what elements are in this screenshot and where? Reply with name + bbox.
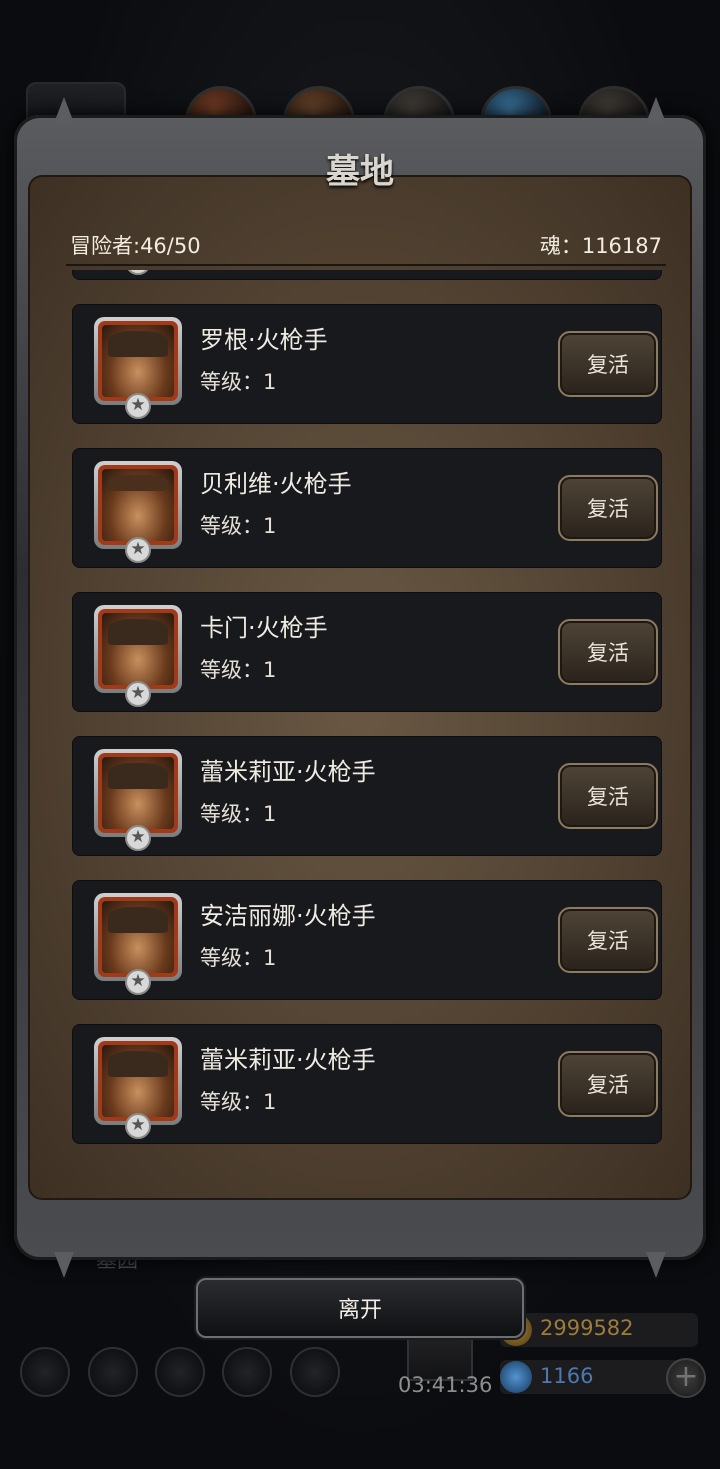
frame-spike bbox=[646, 1252, 666, 1278]
gold-value: 2999582 bbox=[540, 1316, 634, 1340]
building-icon bbox=[155, 1347, 205, 1397]
hero-name: 安洁丽娜·火枪手 bbox=[200, 902, 376, 930]
hero-level: 等级：1 bbox=[200, 658, 277, 682]
soul-count: 魂：116187 bbox=[539, 234, 662, 258]
cube-icon bbox=[290, 1347, 340, 1397]
hero-name: 蕾米莉亚·火枪手 bbox=[200, 1046, 376, 1074]
star-icon: ★ bbox=[125, 393, 151, 419]
star-icon: ★ bbox=[125, 270, 151, 275]
revive-button[interactable]: 复活 bbox=[558, 331, 658, 397]
star-icon: ★ bbox=[125, 681, 151, 707]
hero-name: 贝利维·火枪手 bbox=[200, 470, 352, 498]
hero-portrait: ★ bbox=[94, 893, 182, 995]
dead-hero-list[interactable]: ★ 斯潘小·火枪手 等级：1 复活 ★ 罗根·火枪手 等级：1 复活 ★ 贝利维… bbox=[72, 270, 662, 1198]
adventurer-count: 冒险者:46/50 bbox=[70, 234, 201, 258]
hero-portrait: ★ bbox=[94, 1037, 182, 1139]
hero-level: 等级：1 bbox=[200, 1090, 277, 1114]
gem-value: 1166 bbox=[540, 1364, 594, 1388]
hero-row: ★ 蕾米莉亚·火枪手 等级：1 复活 bbox=[72, 736, 662, 856]
star-icon: ★ bbox=[125, 969, 151, 995]
revive-button[interactable]: 复活 bbox=[558, 475, 658, 541]
hero-level: 等级：1 bbox=[200, 370, 277, 394]
gem-icon bbox=[500, 1361, 532, 1393]
frame-spike bbox=[646, 97, 666, 123]
hero-avatar bbox=[102, 325, 174, 397]
frame-spike bbox=[54, 1252, 74, 1278]
hero-name: 蕾米莉亚·火枪手 bbox=[200, 758, 376, 786]
mail-icon bbox=[222, 1347, 272, 1397]
hero-avatar bbox=[102, 469, 174, 541]
hero-row: ★ 斯潘小·火枪手 等级：1 复活 bbox=[72, 270, 662, 280]
revive-button[interactable]: 复活 bbox=[558, 763, 658, 829]
hero-avatar bbox=[102, 1045, 174, 1117]
hero-avatar bbox=[102, 901, 174, 973]
hero-level: 等级：1 bbox=[200, 514, 277, 538]
hero-row: ★ 安洁丽娜·火枪手 等级：1 复活 bbox=[72, 880, 662, 1000]
hero-avatar bbox=[102, 613, 174, 685]
hero-portrait: ★ bbox=[94, 605, 182, 707]
revive-button[interactable]: 复活 bbox=[558, 907, 658, 973]
hero-row: ★ 蕾米莉亚·火枪手 等级：1 复活 bbox=[72, 1024, 662, 1144]
hero-portrait: ★ bbox=[94, 317, 182, 419]
hero-level: 等级：1 bbox=[200, 946, 277, 970]
hero-level: 等级：1 bbox=[200, 802, 277, 826]
pentagram-icon bbox=[88, 1347, 138, 1397]
frame-spike bbox=[54, 97, 74, 123]
timer-text: 03:41:36 bbox=[398, 1373, 493, 1397]
dialog-header: 冒险者:46/50 魂：116187 bbox=[66, 226, 666, 266]
hero-portrait: ★ bbox=[94, 461, 182, 563]
hero-name: 罗根·火枪手 bbox=[200, 326, 328, 354]
hero-row: ★ 罗根·火枪手 等级：1 复活 bbox=[72, 304, 662, 424]
leave-button[interactable]: 离开 bbox=[196, 1278, 524, 1338]
star-icon: ★ bbox=[125, 537, 151, 563]
add-gem-button: + bbox=[666, 1358, 706, 1398]
star-icon: ★ bbox=[125, 1113, 151, 1139]
hero-avatar bbox=[102, 757, 174, 829]
star-icon: ★ bbox=[125, 825, 151, 851]
hero-name: 卡门·火枪手 bbox=[200, 614, 328, 642]
hero-portrait: ★ bbox=[94, 749, 182, 851]
revive-button[interactable]: 复活 bbox=[558, 1051, 658, 1117]
revive-button[interactable]: 复活 bbox=[558, 619, 658, 685]
settings-icon bbox=[20, 1347, 70, 1397]
hero-row: ★ 卡门·火枪手 等级：1 复活 bbox=[72, 592, 662, 712]
dialog-title: 墓地 bbox=[326, 151, 394, 192]
hero-row: ★ 贝利维·火枪手 等级：1 复活 bbox=[72, 448, 662, 568]
graveyard-dialog: 墓地 冒险者:46/50 魂：116187 ★ 斯潘小·火枪手 等级：1 复活 … bbox=[14, 97, 706, 1278]
